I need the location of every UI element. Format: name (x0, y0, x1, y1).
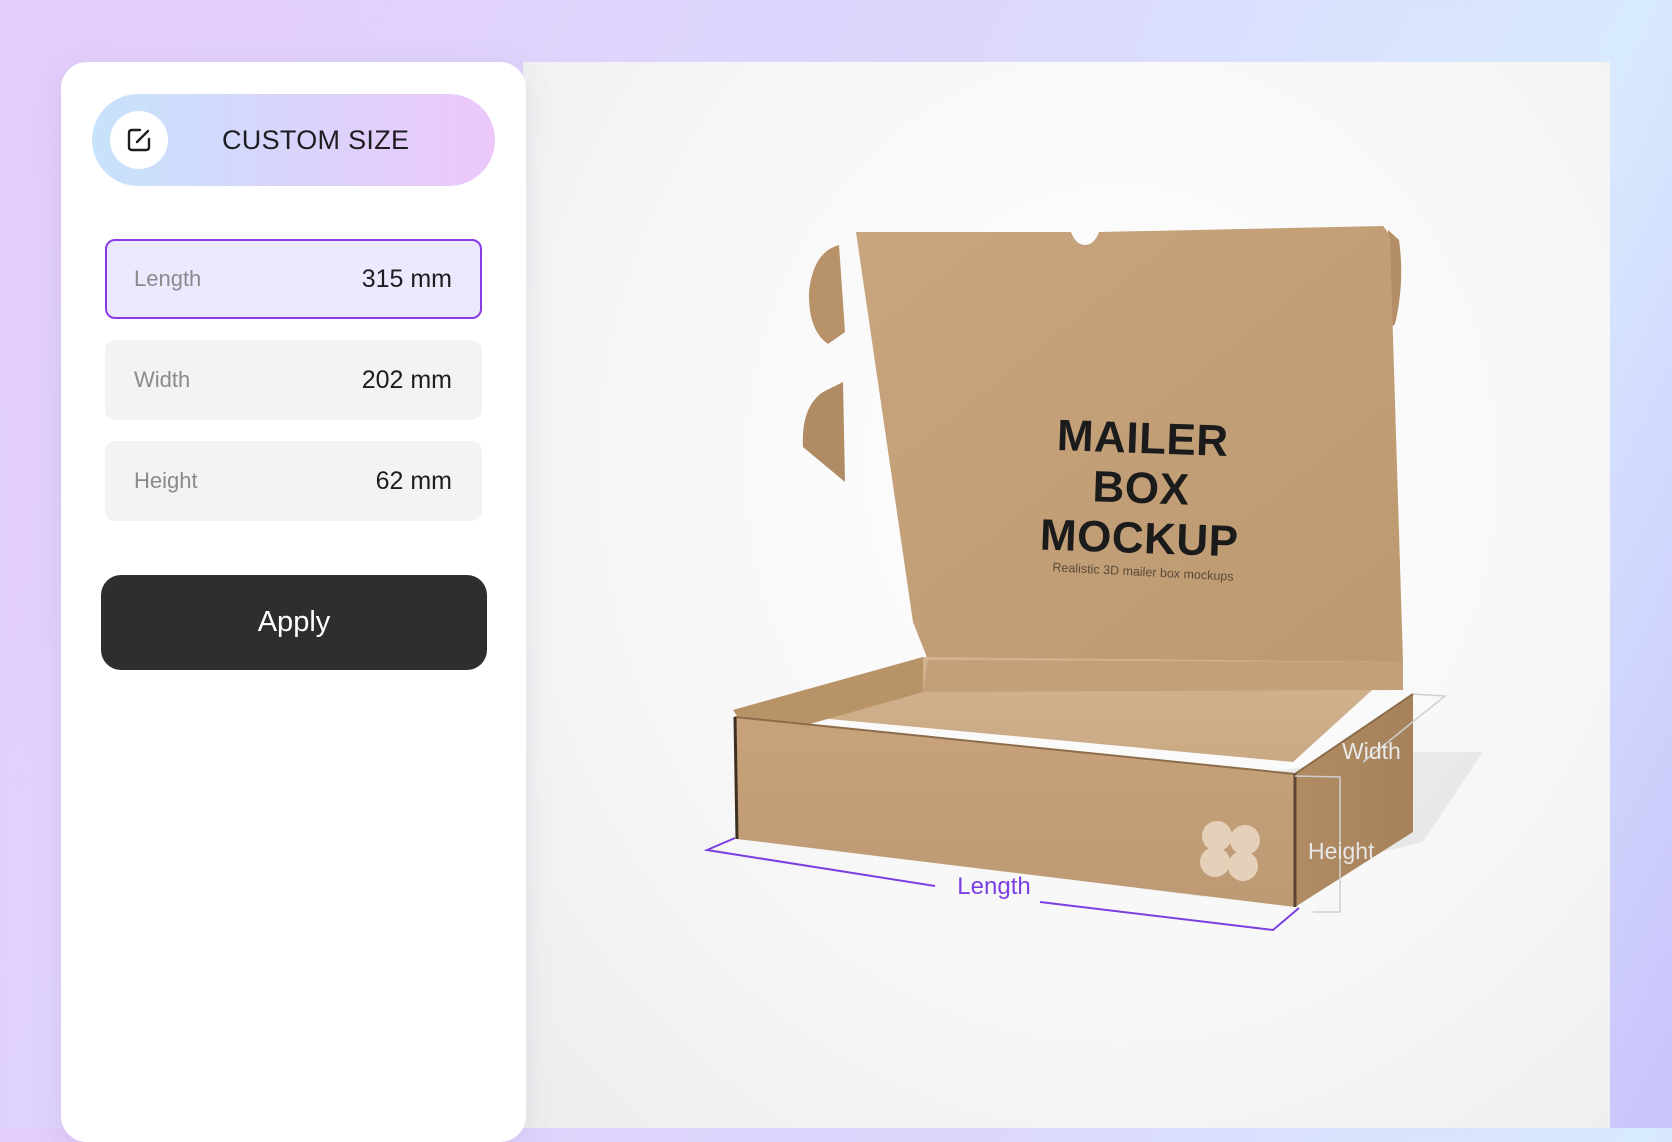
custom-size-header[interactable]: CUSTOM SIZE (92, 94, 495, 186)
length-dimension-line-right (1039, 901, 1300, 932)
panel-title: CUSTOM SIZE (222, 125, 410, 155)
length-field[interactable]: Length 315 mm (105, 239, 482, 319)
height-dimension-label: Height (1308, 838, 1375, 864)
custom-size-panel: CUSTOM SIZE Length 315 mm Width 202 mm H… (61, 62, 526, 1142)
height-field-value[interactable]: 62 mm (376, 441, 452, 521)
mailer-box-render (703, 226, 1483, 932)
width-field-label: Width (134, 367, 191, 392)
width-dimension-label: Width (1342, 738, 1401, 764)
edit-icon[interactable] (110, 111, 168, 169)
length-field-label: Length (134, 266, 202, 291)
apply-button[interactable]: Apply (101, 575, 487, 670)
width-field-value[interactable]: 202 mm (362, 340, 452, 420)
box-inner-back (923, 660, 1403, 692)
length-dimension-label: Length (957, 873, 1031, 900)
box-print-title: MAILER BOX MOCKUP (1039, 411, 1240, 567)
lid-left-flap-lower (802, 382, 845, 482)
lid-left-flap (808, 245, 845, 344)
height-field[interactable]: Height 62 mm (105, 441, 482, 521)
width-field[interactable]: Width 202 mm (105, 340, 482, 420)
preview-canvas[interactable]: MAILER BOX MOCKUP Realistic 3D mailer box … (523, 62, 1610, 1128)
height-field-label: Height (134, 468, 198, 493)
length-field-value[interactable]: 315 mm (362, 241, 452, 317)
